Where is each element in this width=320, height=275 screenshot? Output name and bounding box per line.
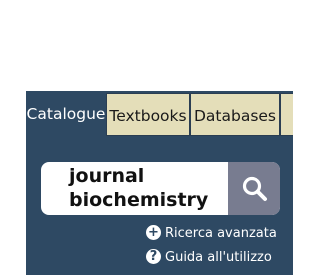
search-icon: [242, 176, 267, 201]
page: Catalogue Textbooks Databases journal bi…: [0, 0, 293, 275]
user-guide-label: Guida all'utilizzo: [165, 250, 272, 265]
tab-catalogue[interactable]: Catalogue: [26, 91, 106, 138]
search-input[interactable]: journal biochemistry: [69, 164, 234, 212]
library-search-widget: Catalogue Textbooks Databases journal bi…: [26, 91, 293, 275]
search-box: journal biochemistry: [41, 162, 280, 215]
tab-bar: Catalogue Textbooks Databases: [26, 91, 293, 138]
user-guide-link[interactable]: ? Guida all'utilizzo: [146, 249, 272, 267]
search-button[interactable]: [228, 162, 280, 215]
advanced-search-label: Ricerca avanzata: [165, 226, 277, 241]
tab-more[interactable]: [280, 93, 293, 136]
question-circle-icon: ?: [146, 249, 161, 264]
plus-circle-icon: +: [146, 225, 161, 240]
tab-textbooks[interactable]: Textbooks: [106, 93, 190, 136]
advanced-search-link[interactable]: + Ricerca avanzata: [146, 225, 277, 243]
tab-databases[interactable]: Databases: [190, 93, 280, 136]
